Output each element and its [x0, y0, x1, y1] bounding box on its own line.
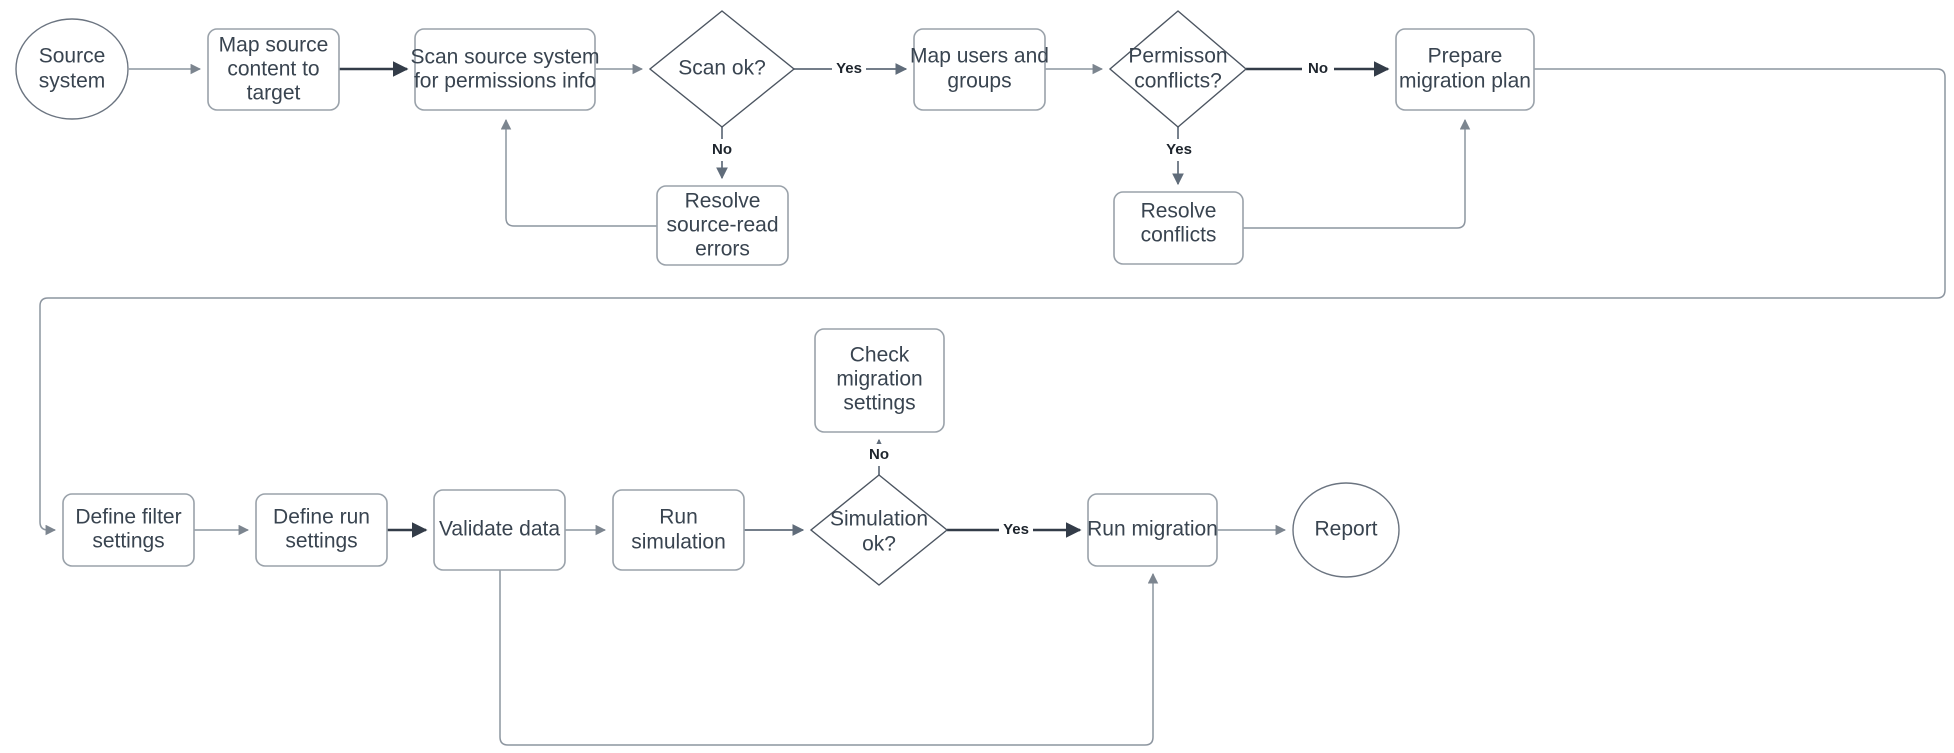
edge-label-permission-yes: Yes: [1166, 141, 1192, 158]
node-source-system[interactable]: Source system: [15, 18, 129, 120]
flowchart-svg: Source system Map source content to targ…: [15, 10, 1946, 746]
node-run-migration[interactable]: Run migration: [1087, 493, 1218, 567]
edge-label-layer: Yes No No Yes Yes No: [706, 58, 1334, 541]
node-prepare-plan[interactable]: Prepare migration plan: [1395, 28, 1535, 111]
map-users-groups-label-line1: Map users and: [910, 45, 1049, 68]
edge-layer: [39, 61, 1946, 746]
map-source-content-label-line2: content to: [227, 58, 319, 81]
node-permission-conflicts[interactable]: Permisson conflicts?: [1108, 10, 1248, 128]
node-scan-source-system[interactable]: Scan source system for permissions info: [410, 28, 600, 111]
scan-source-system-label-line1: Scan source system: [410, 46, 599, 69]
define-filter-label-line2: settings: [92, 530, 164, 553]
prepare-plan-label-line2: migration plan: [1399, 70, 1531, 93]
edge-resolve-source-read-loop: [500, 118, 657, 227]
map-users-groups-label-line2: groups: [947, 70, 1011, 93]
node-simulation-ok[interactable]: Simulation ok?: [809, 474, 949, 586]
prepare-plan-label-line1: Prepare: [1428, 45, 1503, 68]
node-run-simulation[interactable]: Run simulation: [612, 489, 745, 571]
scan-ok-label: Scan ok?: [678, 57, 766, 80]
report-label: Report: [1314, 518, 1377, 541]
edge-label-simulation-ok-yes: Yes: [1003, 521, 1029, 538]
check-migration-label-line1: Check: [850, 344, 910, 367]
scan-source-system-label-line2: for permissions info: [414, 70, 596, 93]
simulation-ok-label-line2: ok?: [862, 533, 896, 556]
node-resolve-source-read[interactable]: Resolve source-read errors: [656, 185, 789, 266]
edge-label-simulation-ok-no: No: [869, 446, 889, 463]
run-migration-label: Run migration: [1087, 518, 1218, 541]
run-simulation-label-line2: simulation: [631, 531, 726, 554]
define-filter-label-line1: Define filter: [75, 506, 181, 529]
source-system-label-line2: system: [39, 70, 106, 93]
node-check-migration[interactable]: Check migration settings: [814, 328, 945, 433]
resolve-source-read-label-line1: Resolve: [685, 190, 761, 213]
node-validate-data[interactable]: Validate data: [433, 489, 566, 571]
check-migration-label-line3: settings: [843, 392, 915, 415]
check-migration-label-line2: migration: [836, 368, 922, 391]
edge-label-permission-no: No: [1308, 60, 1328, 77]
node-map-users-groups[interactable]: Map users and groups: [910, 28, 1049, 111]
edge-resolve-conflicts-to-plan: [1243, 118, 1471, 229]
node-resolve-conflicts[interactable]: Resolve conflicts: [1113, 191, 1244, 265]
node-scan-ok[interactable]: Scan ok?: [648, 10, 796, 128]
node-define-run[interactable]: Define run settings: [255, 493, 388, 567]
run-simulation-label-line1: Run: [659, 506, 698, 529]
edge-validate-to-run-migration: [499, 570, 1159, 746]
define-run-label-line1: Define run: [273, 506, 370, 529]
edge-label-scan-ok-yes: Yes: [836, 60, 862, 77]
edge-plan-to-define-filter: [39, 68, 1946, 536]
permission-conflicts-label-line1: Permisson: [1128, 45, 1227, 68]
node-report[interactable]: Report: [1292, 482, 1400, 578]
resolve-source-read-label-line2: source-read: [666, 214, 778, 237]
map-source-content-label-line3: target: [247, 82, 301, 105]
edge-label-scan-ok-no: No: [712, 141, 732, 158]
define-run-label-line2: settings: [285, 530, 357, 553]
node-define-filter[interactable]: Define filter settings: [62, 493, 195, 567]
simulation-ok-label-line1: Simulation: [830, 508, 928, 531]
resolve-conflicts-label-line1: Resolve: [1141, 200, 1217, 223]
validate-data-label: Validate data: [439, 518, 560, 541]
flowchart-canvas: Source system Map source content to targ…: [0, 0, 1954, 753]
node-map-source-content[interactable]: Map source content to target: [207, 28, 340, 111]
resolve-source-read-label-line3: errors: [695, 238, 750, 261]
permission-conflicts-label-line2: conflicts?: [1134, 70, 1222, 93]
resolve-conflicts-label-line2: conflicts: [1141, 224, 1217, 247]
map-source-content-label-line1: Map source: [219, 34, 329, 57]
source-system-label-line1: Source: [39, 45, 106, 68]
